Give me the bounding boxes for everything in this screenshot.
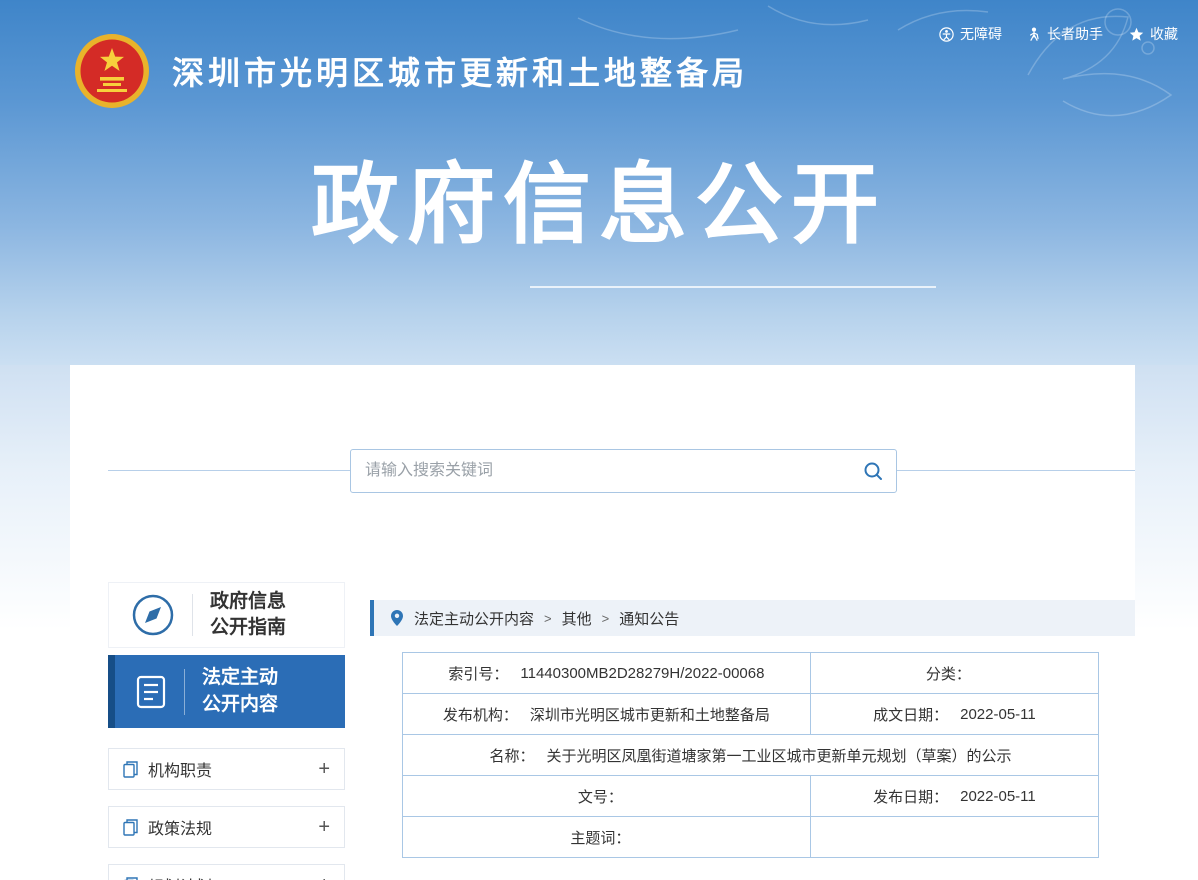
record-cell-keywords: 主题词：: [403, 817, 811, 858]
page: 无障碍 长者助手 收藏: [0, 0, 1198, 880]
index-label: 索引号：: [448, 663, 508, 684]
record-table: 索引号： 11440300MB2D28279H/2022-00068 分类： 发…: [402, 652, 1099, 858]
publish-date-label: 发布日期：: [873, 786, 948, 807]
elder-helper-link[interactable]: 长者助手: [1028, 24, 1103, 44]
elder-helper-label: 长者助手: [1047, 24, 1103, 44]
expand-icon[interactable]: +: [318, 759, 330, 779]
agency-value: 深圳市光明区城市更新和土地整备局: [530, 704, 770, 725]
title-value: 关于光明区凤凰街道塘家第一工业区城市更新单元规划（草案）的公示: [546, 745, 1011, 766]
menu-label: 政策法规: [148, 815, 212, 839]
search-input[interactable]: [351, 450, 850, 492]
sidebar-item-policies[interactable]: 政策法规 +: [108, 806, 345, 848]
record-cell-agency: 发布机构： 深圳市光明区城市更新和土地整备局: [403, 694, 811, 735]
sidebar-item-guide[interactable]: 政府信息 公开指南: [108, 582, 345, 648]
index-value: 11440300MB2D28279H/2022-00068: [520, 665, 764, 682]
content-panel: 政府信息 公开指南 法定主动 公开内容: [70, 365, 1135, 880]
breadcrumb-item-other[interactable]: 其他: [562, 608, 592, 629]
sidebar-active-label: 法定主动 公开内容: [202, 665, 278, 717]
sidebar-item-duties[interactable]: 机构职责 +: [108, 748, 345, 790]
issue-date-label: 成文日期：: [873, 704, 948, 725]
page-title: 政府信息公开: [0, 134, 1198, 261]
sidebar-item-legal-disclosure[interactable]: 法定主动 公开内容: [108, 655, 345, 728]
accessibility-link[interactable]: 无障碍: [939, 24, 1002, 44]
favorite-link[interactable]: 收藏: [1129, 24, 1178, 44]
quick-links: 无障碍 长者助手 收藏: [939, 24, 1178, 44]
content-columns: 政府信息 公开指南 法定主动 公开内容: [70, 582, 1135, 880]
search-icon: [863, 461, 883, 481]
expand-icon[interactable]: +: [318, 817, 330, 837]
guide-line1: 政府信息: [210, 589, 286, 615]
record-cell-issue-date: 成文日期： 2022-05-11: [811, 694, 1099, 735]
compass-icon: [131, 593, 175, 637]
breadcrumb-separator: >: [544, 611, 552, 626]
brand: 深圳市光明区城市更新和土地整备局: [74, 33, 748, 109]
accessibility-label: 无障碍: [960, 24, 1002, 44]
active-line1: 法定主动: [202, 665, 278, 691]
favorite-label: 收藏: [1150, 24, 1178, 44]
issue-date-value: 2022-05-11: [960, 706, 1036, 723]
divider: [184, 669, 185, 715]
location-pin-icon: [390, 609, 404, 627]
elder-person-icon: [1028, 27, 1041, 42]
active-line2: 公开内容: [202, 692, 278, 718]
agency-label: 发布机构：: [443, 704, 518, 725]
sidebar-item-plans[interactable]: 规划计划 +: [108, 864, 345, 880]
record-cell-keywords-empty: [811, 817, 1099, 858]
national-emblem: [74, 33, 150, 109]
accessibility-icon: [939, 27, 954, 42]
record-cell-index: 索引号： 11440300MB2D28279H/2022-00068: [403, 653, 811, 694]
publish-date-value: 2022-05-11: [960, 788, 1036, 805]
record-cell-title: 名称： 关于光明区凤凰街道塘家第一工业区城市更新单元规划（草案）的公示: [403, 735, 1099, 776]
category-label: 分类：: [926, 663, 971, 684]
title-label: 名称：: [489, 745, 534, 766]
title-underline: [530, 286, 936, 288]
sidebar-menu: 机构职责 + 政策法规 +: [108, 748, 345, 880]
menu-label: 机构职责: [148, 757, 212, 781]
menu-label: 规划计划: [148, 873, 212, 880]
search-row: [70, 365, 1135, 493]
expand-icon[interactable]: +: [318, 875, 330, 880]
search-button[interactable]: [850, 450, 896, 492]
doc-number-label: 文号：: [578, 786, 623, 807]
star-icon: [1129, 27, 1144, 42]
site-name: 深圳市光明区城市更新和土地整备局: [172, 48, 748, 94]
record-cell-publish-date: 发布日期： 2022-05-11: [811, 776, 1099, 817]
doc-icon: [123, 877, 138, 880]
document-icon: [135, 674, 167, 710]
sidebar: 政府信息 公开指南 法定主动 公开内容: [108, 582, 345, 880]
breadcrumb-item-notices[interactable]: 通知公告: [619, 608, 679, 629]
main-content: 法定主动公开内容 > 其他 > 通知公告 索引号： 11440300MB2D28…: [370, 582, 1135, 858]
keywords-label: 主题词：: [570, 827, 630, 848]
doc-icon: [123, 819, 138, 836]
divider: [192, 594, 193, 636]
breadcrumb-item-legal[interactable]: 法定主动公开内容: [414, 608, 534, 629]
breadcrumb: 法定主动公开内容 > 其他 > 通知公告: [370, 600, 1135, 636]
search-box: [350, 449, 897, 493]
record-cell-category: 分类：: [811, 653, 1099, 694]
guide-line2: 公开指南: [210, 615, 286, 641]
site-header: 无障碍 长者助手 收藏: [0, 0, 1198, 365]
doc-icon: [123, 761, 138, 778]
record-cell-doc-number: 文号：: [403, 776, 811, 817]
breadcrumb-separator: >: [602, 611, 610, 626]
sidebar-guide-label: 政府信息 公开指南: [210, 589, 286, 641]
